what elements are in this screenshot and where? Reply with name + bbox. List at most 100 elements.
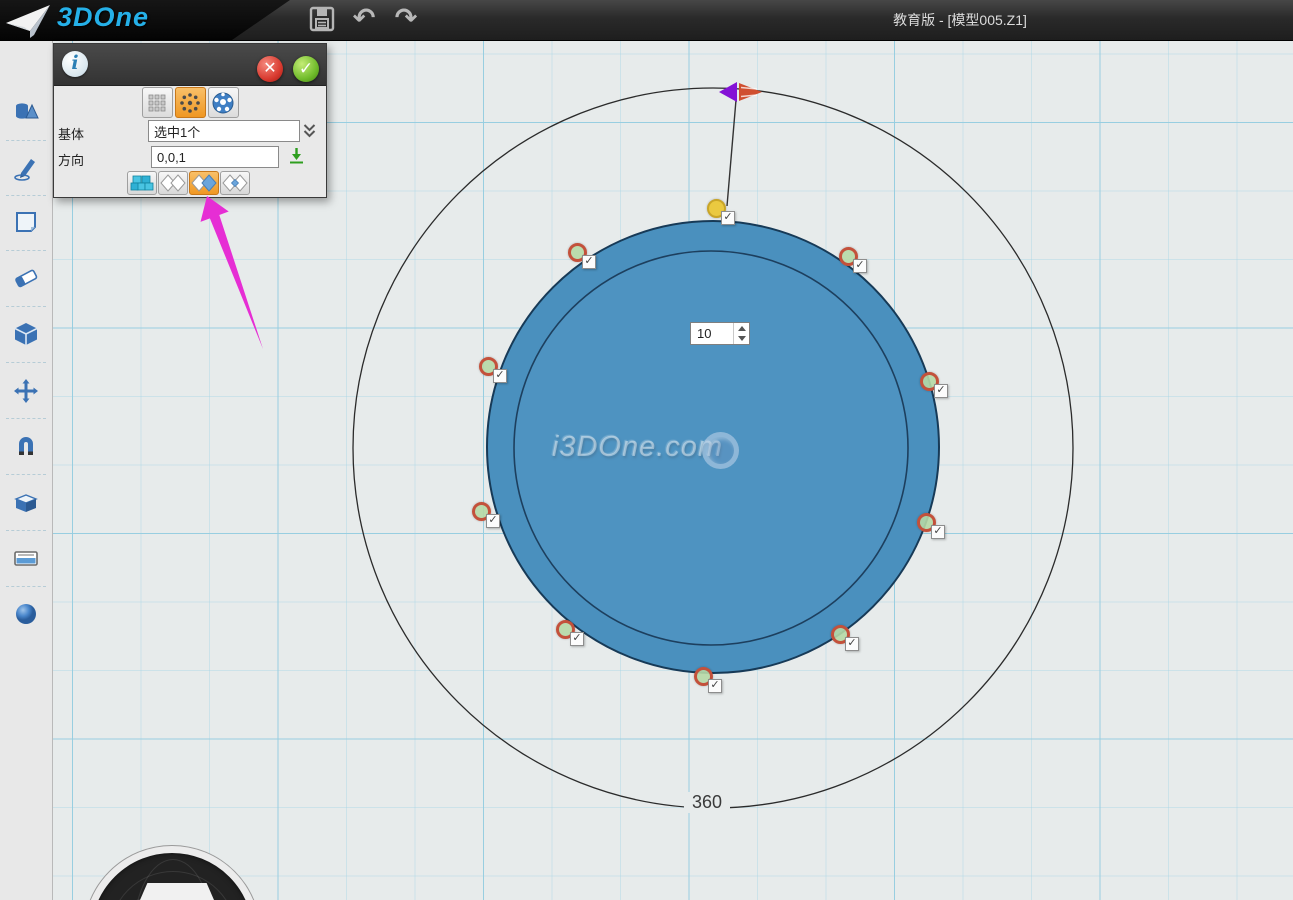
sidebar-divider bbox=[6, 530, 46, 531]
pattern-instance-marker[interactable]: ✓ bbox=[472, 502, 500, 528]
spinner-up-button[interactable] bbox=[734, 323, 749, 334]
option-pattern-variant-1[interactable] bbox=[158, 171, 188, 195]
sidebar-tool-material[interactable] bbox=[12, 600, 40, 628]
plane-icon bbox=[12, 208, 40, 236]
option-pattern-solids[interactable] bbox=[127, 171, 157, 195]
pattern-instance-marker[interactable]: ✓ bbox=[839, 247, 867, 273]
paper-plane-icon bbox=[4, 3, 52, 39]
base-field-input[interactable] bbox=[148, 120, 300, 142]
diamond-pair-icon bbox=[160, 173, 186, 193]
pattern-count-input[interactable] bbox=[691, 323, 733, 344]
sidebar-divider bbox=[6, 474, 46, 475]
sidebar-divider bbox=[6, 418, 46, 419]
sidebar-tool-move[interactable] bbox=[12, 377, 40, 405]
handle-connector-line bbox=[727, 100, 736, 206]
spherical-pattern-icon bbox=[211, 91, 235, 115]
sketch-pen-icon bbox=[12, 154, 40, 182]
sidebar-tool-primitives[interactable] bbox=[12, 98, 40, 126]
instance-checkbox[interactable]: ✓ bbox=[853, 259, 867, 273]
instance-checkbox[interactable]: ✓ bbox=[486, 514, 500, 528]
instance-checkbox[interactable]: ✓ bbox=[931, 525, 945, 539]
pattern-instance-marker[interactable]: ✓ bbox=[568, 243, 596, 269]
base-field-label: 基体 bbox=[58, 124, 84, 143]
info-icon[interactable]: i bbox=[62, 51, 88, 77]
sphere-icon bbox=[12, 600, 40, 628]
rotation-handle[interactable] bbox=[719, 82, 762, 102]
pattern-instance-marker[interactable]: ✓ bbox=[556, 620, 584, 646]
move-arrows-icon bbox=[12, 377, 40, 405]
primitives-icon bbox=[12, 98, 40, 126]
confirm-button[interactable]: ✓ bbox=[293, 56, 319, 82]
watermark-text: i3DOne.com bbox=[552, 431, 723, 464]
tab-circular-pattern[interactable] bbox=[175, 87, 206, 118]
eraser-icon bbox=[12, 264, 40, 292]
sidebar-tool-sketch-plane[interactable] bbox=[12, 208, 40, 236]
sidebar-tool-sketch[interactable] bbox=[12, 154, 40, 182]
expand-chevron-icon[interactable] bbox=[302, 123, 317, 139]
instance-checkbox[interactable]: ✓ bbox=[845, 637, 859, 651]
pattern-seed-marker[interactable]: ✓ bbox=[707, 199, 735, 225]
instance-checkbox[interactable]: ✓ bbox=[570, 632, 584, 646]
pattern-dialog: i ✕ ✓ bbox=[53, 43, 327, 198]
level-gauge-icon bbox=[12, 544, 40, 572]
save-icon[interactable] bbox=[308, 5, 336, 33]
title-bar: 3DOne ↶ ↷ 教育版 - [模型005.Z1] bbox=[0, 0, 1293, 41]
instance-checkbox[interactable]: ✓ bbox=[708, 679, 722, 693]
option-pattern-variant-3[interactable] bbox=[220, 171, 250, 195]
instance-checkbox[interactable]: ✓ bbox=[582, 255, 596, 269]
cancel-button[interactable]: ✕ bbox=[257, 56, 283, 82]
diamond-center-icon bbox=[222, 173, 248, 193]
pick-direction-icon[interactable] bbox=[288, 146, 305, 166]
up-arrow-icon bbox=[738, 326, 746, 331]
pattern-type-tabs bbox=[54, 87, 326, 118]
pattern-count-spinner[interactable] bbox=[690, 322, 750, 345]
pattern-angle-label[interactable]: 360 bbox=[684, 792, 730, 813]
pattern-instance-marker[interactable]: ✓ bbox=[920, 372, 948, 398]
pattern-option-buttons bbox=[127, 171, 250, 195]
linear-pattern-icon bbox=[146, 92, 168, 114]
sidebar-tool-combine[interactable] bbox=[12, 488, 40, 516]
window-title: 教育版 - [模型005.Z1] bbox=[820, 10, 1100, 30]
instance-checkbox[interactable]: ✓ bbox=[721, 211, 735, 225]
direction-field-input[interactable] bbox=[151, 146, 279, 168]
sidebar-tool-measure[interactable] bbox=[12, 544, 40, 572]
sidebar-divider bbox=[6, 362, 46, 363]
cube-icon bbox=[12, 320, 40, 348]
down-arrow-icon bbox=[738, 336, 746, 341]
undo-icon[interactable]: ↶ bbox=[350, 5, 378, 33]
watermark-badge-icon bbox=[702, 432, 739, 469]
instance-checkbox[interactable]: ✓ bbox=[934, 384, 948, 398]
tool-sidebar bbox=[0, 40, 53, 900]
rotation-handle-left-cone[interactable] bbox=[719, 82, 737, 102]
option-pattern-variant-2[interactable] bbox=[189, 171, 219, 195]
direction-field-label: 方向 bbox=[58, 150, 84, 169]
sidebar-divider bbox=[6, 306, 46, 307]
pattern-instance-marker[interactable]: ✓ bbox=[917, 513, 945, 539]
dialog-header[interactable]: i ✕ ✓ bbox=[54, 44, 326, 86]
redo-icon[interactable]: ↷ bbox=[392, 5, 420, 33]
sidebar-tool-snap[interactable] bbox=[12, 432, 40, 460]
open-box-icon bbox=[12, 488, 40, 516]
spinner-buttons bbox=[733, 323, 749, 344]
application-window: ✓ ✓ ✓ ✓ ✓ ✓ ✓ ✓ ✓ ✓ 360 i3DOne.com bbox=[0, 0, 1293, 900]
app-logo: 3DOne bbox=[57, 2, 149, 33]
pattern-instance-marker[interactable]: ✓ bbox=[479, 357, 507, 383]
logo-zone: 3DOne bbox=[0, 0, 290, 40]
circular-pattern-icon bbox=[178, 91, 202, 115]
sidebar-divider bbox=[6, 586, 46, 587]
pattern-instance-marker[interactable]: ✓ bbox=[831, 625, 859, 651]
sidebar-tool-feature[interactable] bbox=[12, 320, 40, 348]
pattern-instance-marker[interactable]: ✓ bbox=[694, 667, 722, 693]
sidebar-tool-trim[interactable] bbox=[12, 264, 40, 292]
diamond-blue-icon bbox=[191, 173, 217, 193]
sidebar-divider bbox=[6, 140, 46, 141]
tab-spherical-pattern[interactable] bbox=[208, 87, 239, 118]
nav-cube-top-face[interactable] bbox=[140, 883, 214, 900]
tab-linear-pattern[interactable] bbox=[142, 87, 173, 118]
rotation-handle-right-cone[interactable] bbox=[739, 83, 762, 101]
sidebar-divider bbox=[6, 250, 46, 251]
spinner-down-button[interactable] bbox=[734, 334, 749, 345]
instance-checkbox[interactable]: ✓ bbox=[493, 369, 507, 383]
sidebar-divider bbox=[6, 195, 46, 196]
solids-stack-icon bbox=[129, 173, 155, 193]
